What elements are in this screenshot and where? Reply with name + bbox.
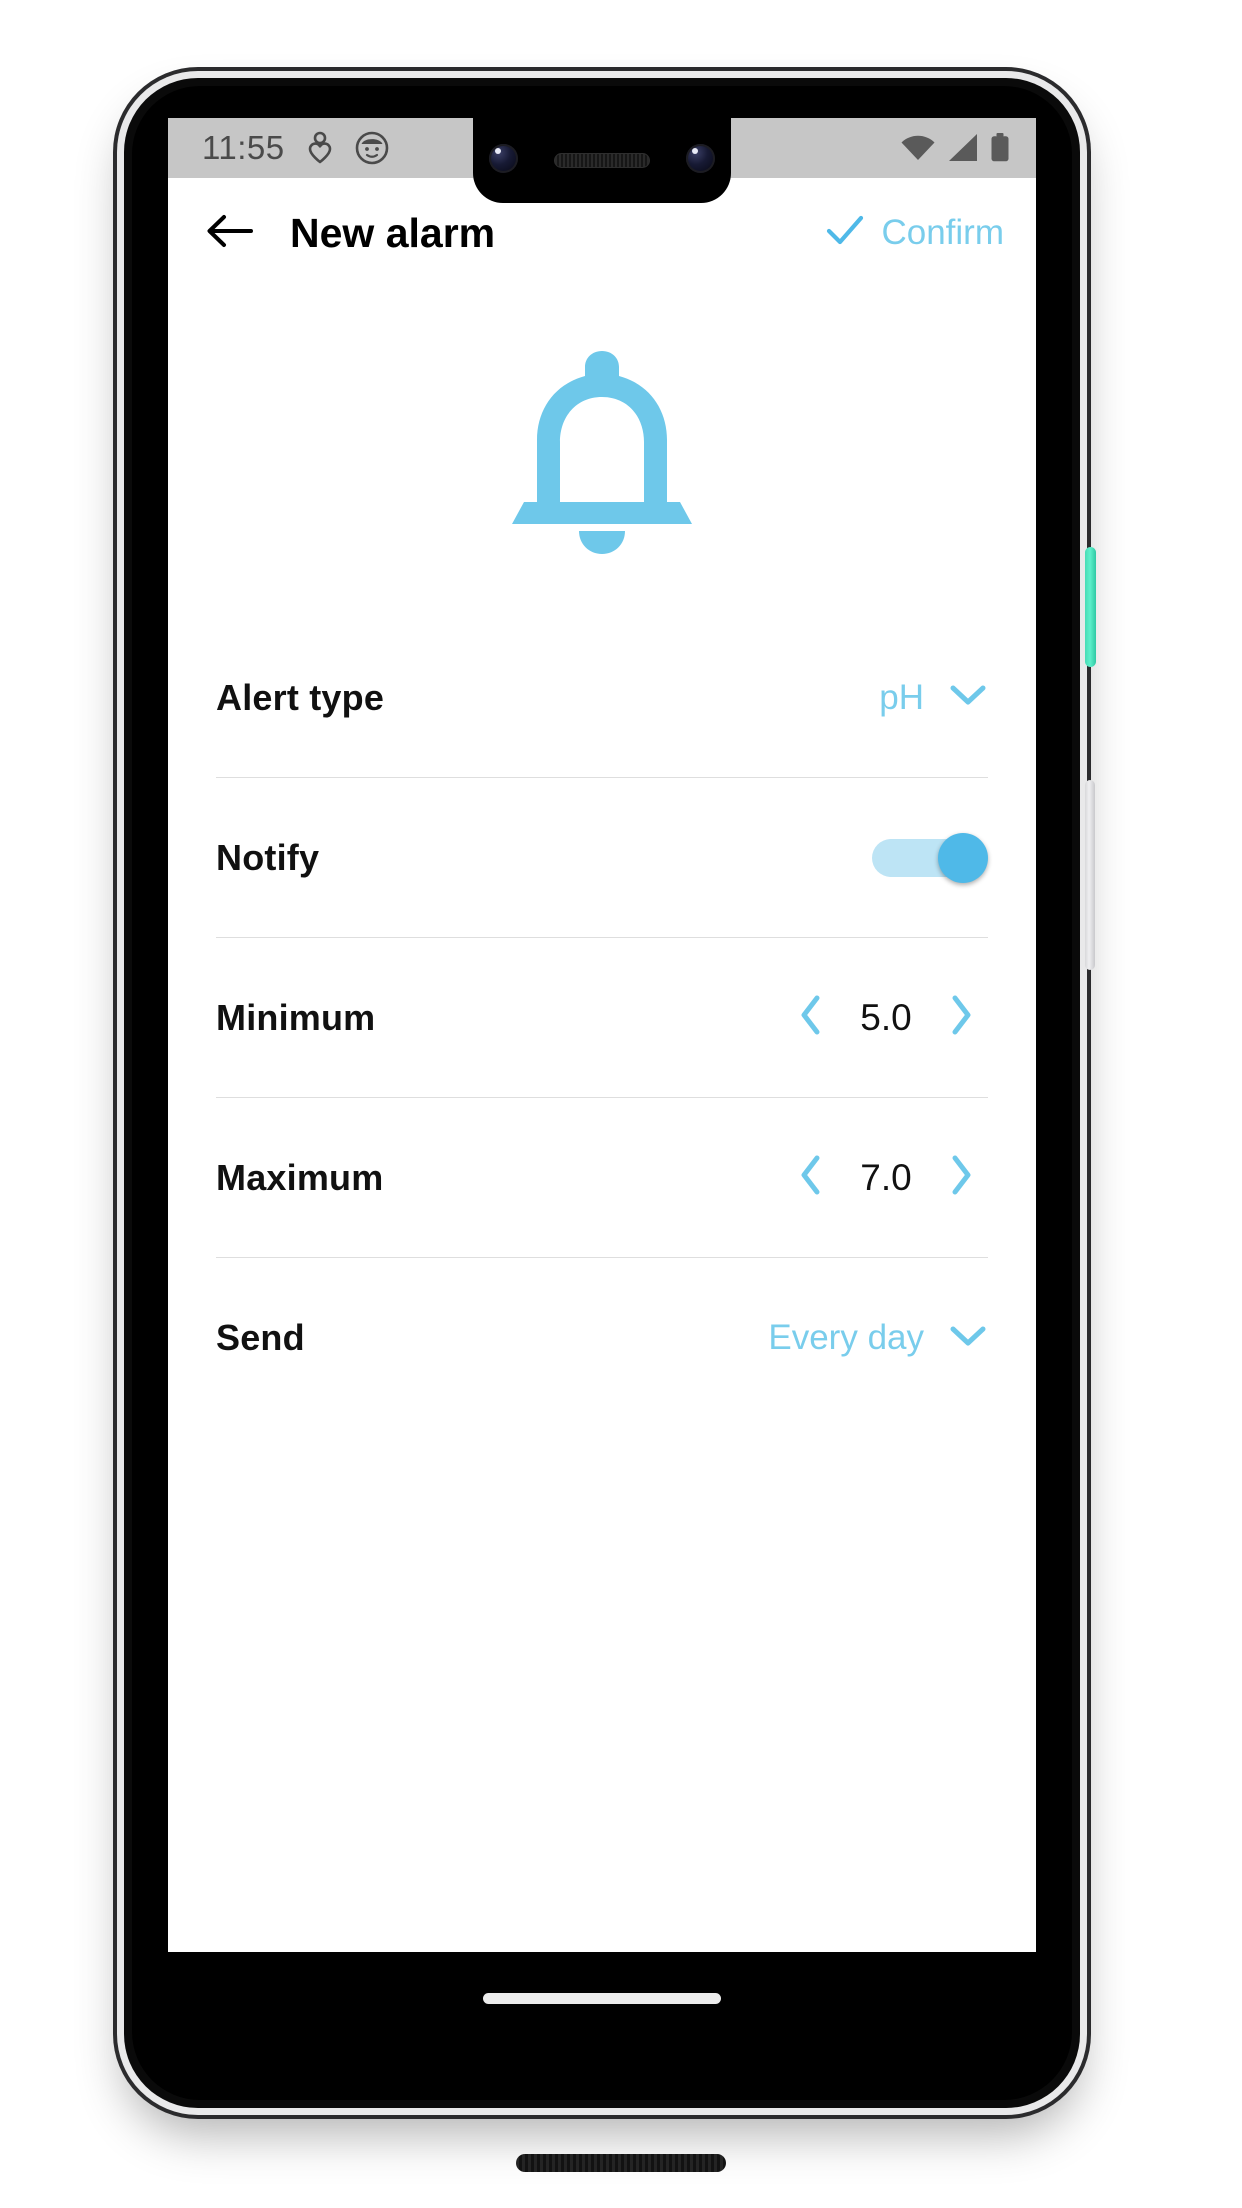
chevron-left-icon (796, 993, 826, 1042)
settings-row-label: Maximum (216, 1156, 384, 1198)
alarm-hero-section (168, 288, 1036, 618)
heart-outline-icon (307, 131, 333, 165)
confirm-button[interactable]: Confirm (825, 213, 1004, 253)
gesture-navigation-bar (168, 1952, 1036, 2044)
notify-control[interactable] (872, 832, 988, 883)
avatar-face-icon (355, 131, 389, 165)
settings-row-send[interactable]: Send Every day (216, 1258, 988, 1418)
minimum-increment-button[interactable] (934, 991, 988, 1045)
settings-row-label: Alert type (216, 676, 385, 718)
front-camera-lens-right (686, 144, 715, 173)
status-bar-clock: 11:55 (202, 129, 285, 166)
check-icon (825, 214, 865, 253)
volume-rocker-button[interactable] (1085, 780, 1095, 970)
toggle-thumb (938, 832, 988, 883)
front-camera-lens-left (489, 144, 518, 173)
settings-row-label: Send (216, 1317, 305, 1358)
wifi-icon (900, 134, 936, 162)
settings-row-maximum[interactable]: Maximum 7.0 (216, 1098, 988, 1258)
device-notch (473, 118, 731, 203)
maximum-decrement-button[interactable] (784, 1151, 838, 1205)
settings-row-minimum[interactable]: Minimum 5.0 (216, 938, 988, 1098)
cellular-signal-icon (947, 134, 979, 162)
settings-row-label: Notify (216, 836, 320, 878)
minimum-value: 5.0 (860, 996, 912, 1038)
chevron-right-icon (946, 1153, 976, 1202)
alert-type-value: pH (879, 677, 924, 717)
chevron-right-icon (946, 993, 976, 1042)
maximum-stepper[interactable]: 7.0 (784, 1151, 988, 1205)
settings-row-label: Minimum (216, 996, 376, 1038)
home-gesture-pill[interactable] (483, 1992, 721, 2004)
confirm-button-label: Confirm (881, 213, 1004, 252)
send-value: Every day (768, 1318, 924, 1357)
status-bar-left-group: 11:55 (168, 129, 389, 167)
battery-icon (990, 133, 1010, 163)
bottom-speaker-grille (516, 2154, 726, 2172)
power-button[interactable] (1085, 547, 1096, 667)
chevron-down-icon (948, 681, 988, 714)
chevron-down-icon (948, 1322, 988, 1355)
page-title: New alarm (290, 209, 496, 256)
maximum-value: 7.0 (860, 1156, 912, 1198)
earpiece-speaker (554, 153, 650, 168)
settings-row-notify[interactable]: Notify (216, 778, 988, 938)
settings-list: Alert type pH Notify Minimum 5.0 Maximum… (168, 618, 1036, 1418)
chevron-left-icon (796, 1153, 826, 1202)
back-button[interactable] (202, 205, 258, 261)
minimum-stepper[interactable]: 5.0 (784, 991, 988, 1045)
phone-screen: 11:55 New alarm Confirm Alert type pH No… (168, 118, 1036, 2044)
send-dropdown[interactable]: Every day (768, 1318, 988, 1358)
minimum-decrement-button[interactable] (784, 991, 838, 1045)
bell-icon (507, 345, 697, 562)
maximum-increment-button[interactable] (934, 1151, 988, 1205)
alert-type-dropdown[interactable]: pH (879, 678, 988, 718)
status-bar-right-group (900, 118, 1010, 178)
notify-toggle-switch[interactable] (872, 832, 988, 883)
settings-row-alert-type[interactable]: Alert type pH (216, 618, 988, 778)
arrow-left-icon (206, 211, 254, 256)
